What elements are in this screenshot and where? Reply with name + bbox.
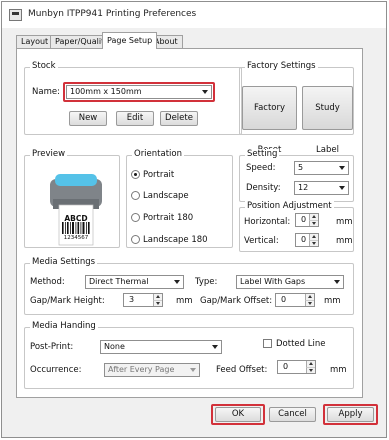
media-handling-label: Media Handing (30, 321, 98, 331)
chevron-down-icon (190, 368, 196, 372)
density-label: Density: (246, 183, 281, 193)
feed-offset-unit: mm (330, 365, 347, 375)
dotted-line-label: Dotted Line (276, 339, 326, 349)
factory-reset-button[interactable]: Factory Reset (242, 86, 297, 155)
gap-height-value: 3 (129, 295, 135, 304)
gap-height-unit: mm (176, 296, 193, 306)
post-print-label: Post-Print: (30, 342, 74, 352)
density-value: 12 (298, 183, 309, 192)
density-select[interactable]: 12 (294, 181, 349, 195)
landscape-radio[interactable] (131, 191, 140, 200)
feed-offset-value: 0 (283, 362, 289, 371)
factory-settings-label: Factory Settings (245, 61, 318, 71)
new-button[interactable]: New (69, 111, 107, 126)
chevron-down-icon (339, 186, 345, 190)
media-settings-group: Media Settings Method: Direct Thermal Ty… (24, 257, 354, 315)
vertical-value: 0 (301, 235, 307, 244)
post-print-select[interactable]: None (100, 340, 222, 354)
portrait-label: Portrait (143, 170, 175, 180)
speed-label: Speed: (246, 163, 276, 173)
horizontal-unit: mm (336, 217, 353, 227)
study-label-button[interactable]: Study Label (302, 86, 353, 155)
edit-button[interactable]: Edit (116, 111, 154, 126)
printing-preferences-window: Munbyn ITPP941 Printing Preferences Layo… (1, 1, 387, 438)
preview-label-text: ABCD (64, 214, 88, 223)
landscape-180-label: Landscape 180 (143, 235, 208, 245)
horizontal-stepper[interactable]: 0 (295, 213, 319, 227)
gap-offset-stepper[interactable]: 0 (275, 293, 315, 307)
landscape-180-radio[interactable] (131, 235, 140, 244)
tab-page-setup[interactable]: Page Setup (102, 32, 158, 49)
speed-value: 5 (298, 163, 304, 172)
method-value: Direct Thermal (89, 277, 149, 286)
stock-name-label: Name: (32, 87, 60, 97)
stepper-down-icon[interactable] (309, 240, 318, 246)
speed-select[interactable]: 5 (294, 161, 349, 175)
stepper-down-icon[interactable] (305, 300, 314, 306)
chevron-down-icon (174, 280, 180, 284)
chevron-down-icon (334, 280, 340, 284)
setting-group: Setting Speed: 5 Density: 12 (239, 149, 354, 202)
portrait-180-label: Portrait 180 (143, 213, 194, 223)
horizontal-value: 0 (301, 215, 307, 224)
gap-offset-unit: mm (324, 296, 341, 306)
preview-group-label: Preview (30, 149, 68, 159)
portrait-radio[interactable] (131, 170, 140, 179)
portrait-180-radio[interactable] (131, 213, 140, 222)
preview-barcode-number: 1234567 (63, 235, 89, 241)
printer-app-icon (9, 9, 22, 21)
occurrence-label: Occurrence: (30, 365, 82, 375)
type-select[interactable]: Label With Gaps (236, 275, 344, 289)
method-select[interactable]: Direct Thermal (85, 275, 184, 289)
factory-settings-group: Factory Settings Factory Reset Study Lab… (239, 61, 354, 155)
stock-group: Stock Name: 100mm x 150mm New Edit Delet… (24, 61, 242, 135)
stepper-down-icon[interactable] (309, 220, 318, 226)
occurrence-select[interactable]: After Every Page (104, 363, 200, 377)
window-title: Munbyn ITPP941 Printing Preferences (28, 9, 197, 19)
dotted-line-checkbox[interactable] (263, 339, 272, 348)
media-handling-group: Media Handing Post-Print: None Dotted Li… (24, 321, 354, 389)
delete-button[interactable]: Delete (160, 111, 198, 126)
vertical-stepper[interactable]: 0 (295, 233, 319, 247)
position-adjustment-group: Position Adjustment Horizontal: 0 mm Ver… (239, 201, 354, 252)
method-label: Method: (30, 277, 65, 287)
gap-height-label: Gap/Mark Height: (30, 296, 105, 306)
type-label: Type: (195, 277, 218, 287)
stock-group-label: Stock (30, 61, 58, 71)
vertical-label: Vertical: (244, 236, 279, 246)
feed-offset-label: Feed Offset: (216, 365, 268, 375)
media-settings-label: Media Settings (30, 257, 98, 267)
orientation-group: Orientation Portrait Landscape Portrait … (126, 149, 233, 248)
setting-group-label: Setting (245, 149, 280, 159)
apply-button-highlight (323, 404, 378, 425)
orientation-group-label: Orientation (132, 149, 184, 159)
cancel-button[interactable]: Cancel (269, 407, 316, 422)
stepper-down-icon[interactable] (153, 300, 162, 306)
ok-button-highlight (211, 404, 265, 425)
tab-layout[interactable]: Layout (16, 35, 54, 48)
stepper-down-icon[interactable] (306, 367, 315, 373)
landscape-label: Landscape (143, 191, 189, 201)
chevron-down-icon (339, 166, 345, 170)
stock-name-highlight (63, 82, 215, 102)
post-print-value: None (104, 342, 125, 351)
gap-height-stepper[interactable]: 3 (123, 293, 163, 307)
chevron-down-icon (212, 345, 218, 349)
vertical-unit: mm (336, 236, 353, 246)
gap-offset-value: 0 (281, 295, 287, 304)
horizontal-label: Horizontal: (244, 217, 291, 227)
gap-offset-label: Gap/Mark Offset: (200, 296, 273, 306)
type-value: Label With Gaps (240, 277, 306, 286)
title-bar: Munbyn ITPP941 Printing Preferences (2, 2, 386, 28)
occurrence-value: After Every Page (108, 365, 175, 374)
feed-offset-stepper[interactable]: 0 (277, 360, 316, 374)
position-adjustment-label: Position Adjustment (245, 201, 334, 211)
